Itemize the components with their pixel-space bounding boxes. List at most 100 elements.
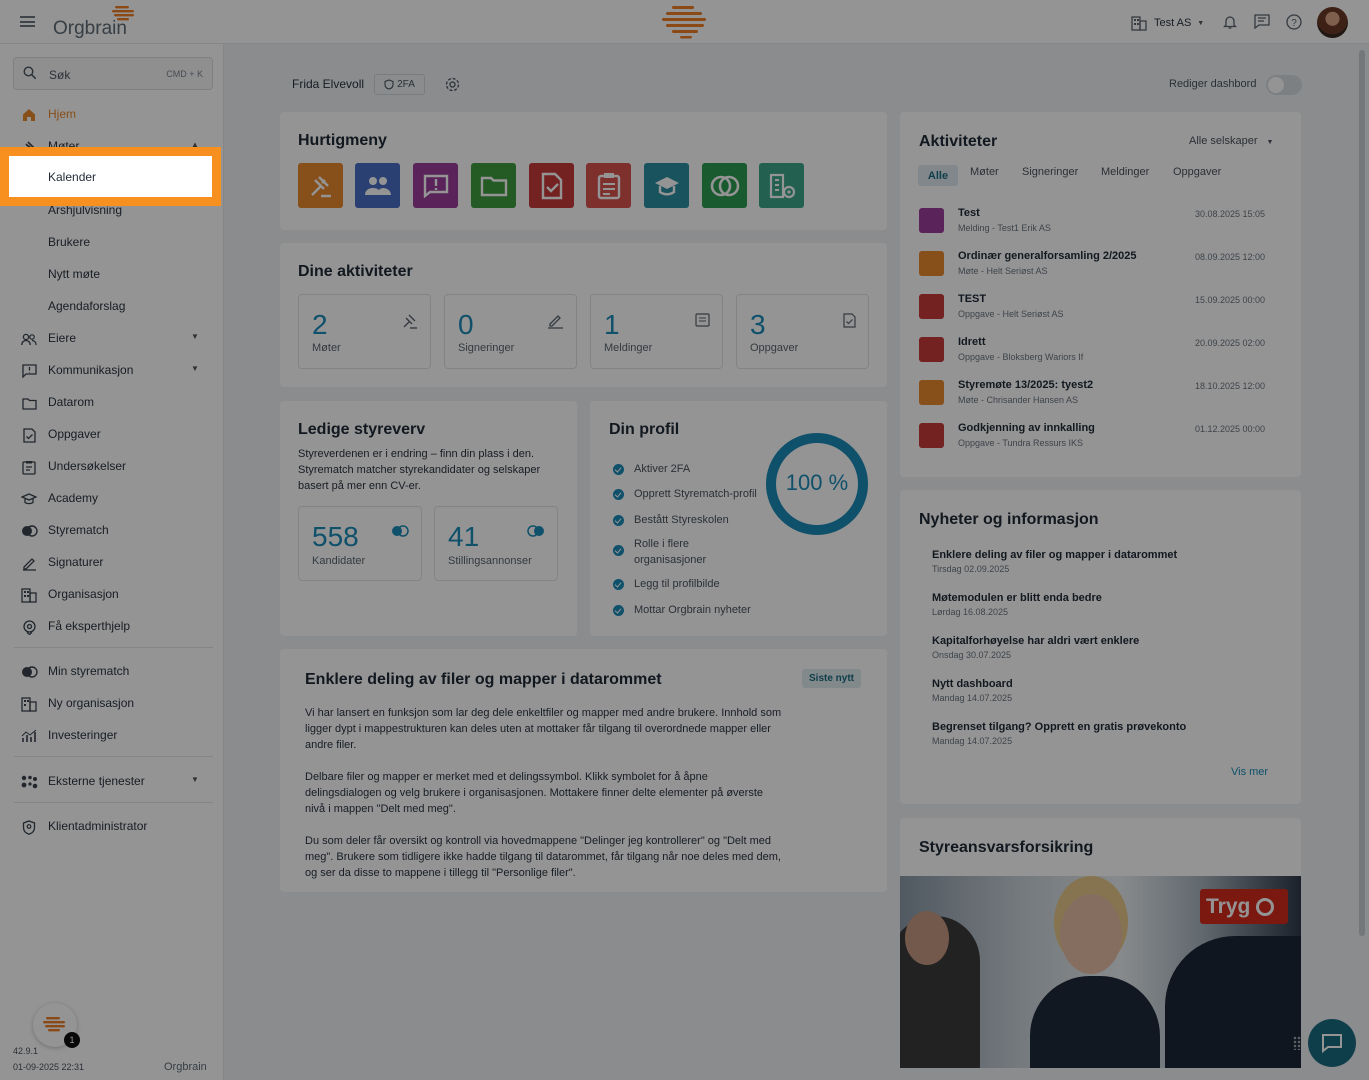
gear-icon[interactable]: [444, 76, 461, 93]
activity-title: Styremøte 13/2025: tyest2: [958, 379, 1094, 391]
quick-surveys-button[interactable]: [586, 163, 631, 208]
menu-icon[interactable]: [20, 16, 35, 27]
activity-title: TEST: [958, 293, 987, 305]
check-icon: [613, 464, 624, 475]
stat-candidates[interactable]: 558 Kandidater: [298, 506, 422, 581]
activity-item[interactable]: Godkjenning av innkalling Oppgave - Tundr…: [919, 422, 1279, 463]
sidebar-item-communication[interactable]: Kommunikasjon ▼: [0, 354, 224, 386]
stat-job-listings[interactable]: 41 Stillingsannonser: [434, 506, 558, 581]
sidebar-item-investments[interactable]: Investeringer: [0, 719, 224, 751]
activity-item[interactable]: Idrett Oppgave - Bloksberg Wariors If 20.0…: [919, 336, 1279, 377]
tab-all[interactable]: Alle: [918, 165, 958, 186]
brand-logo-icon: [112, 6, 134, 21]
stat-tasks[interactable]: 3 Oppgaver: [736, 294, 869, 369]
edit-dashboard-label: Rediger dashbord: [1169, 78, 1257, 90]
chat-support-button[interactable]: [1308, 1019, 1356, 1067]
sidebar-item-owners[interactable]: Eiere ▼: [0, 322, 224, 354]
sidebar-item-academy[interactable]: Academy: [0, 482, 224, 514]
news-item-date: Mandag 14.07.2025: [932, 693, 1013, 703]
match-icon: [710, 175, 739, 196]
sidebar-item-external-services[interactable]: Eksterne tjenester ▼: [0, 765, 224, 797]
sidebar-item-client-admin[interactable]: Klientadministrator: [0, 810, 224, 842]
news-item[interactable]: Enklere deling av filer og mapper i data…: [932, 549, 1272, 574]
sidebar-item-new-organization[interactable]: Ny organisasjon: [0, 687, 224, 719]
sidebar-item-signatures[interactable]: Signaturer: [0, 546, 224, 578]
folder-icon: [480, 176, 507, 196]
check-icon: [613, 605, 624, 616]
show-more-link[interactable]: Vis mer: [1231, 766, 1268, 778]
company-filter[interactable]: Alle selskaper ▼: [1189, 135, 1273, 147]
profile-title: Din profil: [609, 421, 680, 438]
activity-subtitle: Oppgave - Tundra Ressurs IKS: [958, 438, 1084, 448]
scrollbar[interactable]: [1359, 50, 1365, 936]
news-item[interactable]: Møtemodulen er blitt enda bedre Lørdag 16…: [932, 592, 1272, 617]
news-item[interactable]: Begrenset tilgang? Opprett en gratis prø…: [932, 721, 1272, 746]
search-input[interactable]: Søk CMD + K: [13, 57, 213, 90]
drag-handle-icon[interactable]: [1293, 1036, 1301, 1050]
survey-icon: [597, 172, 620, 199]
signature-icon: [20, 554, 38, 572]
activity-subtitle: Møte - Helt Seriøst AS: [958, 266, 1048, 276]
avatar[interactable]: [1317, 7, 1348, 38]
sidebar-item-label: Brukere: [48, 235, 91, 249]
activity-item[interactable]: Test Melding - Test1 Erik AS 30.08.2025 15…: [919, 207, 1279, 248]
edit-dashboard-toggle[interactable]: [1266, 75, 1302, 95]
assistant-button[interactable]: 1: [33, 1003, 80, 1048]
sidebar-item-new-meeting[interactable]: Nytt møte: [0, 258, 224, 290]
chevron-down-icon: ▼: [191, 775, 199, 784]
divider: [14, 756, 213, 757]
activity-type-icon: [919, 423, 944, 448]
stat-signatures[interactable]: 0 Signeringer: [444, 294, 577, 369]
divider: [14, 802, 213, 803]
news-item[interactable]: Kapitalforhøyelse har aldri vært enklere…: [932, 635, 1272, 660]
quick-dataroom-button[interactable]: [471, 163, 516, 208]
folder-icon: [20, 394, 38, 412]
news-item[interactable]: Nytt dashboard Mandag 14.07.2025: [932, 678, 1272, 703]
quick-academy-button[interactable]: [644, 163, 689, 208]
quick-users-button[interactable]: [355, 163, 400, 208]
sidebar-item-agenda-proposals[interactable]: Agendaforslag: [0, 290, 224, 322]
sidebar-item-tasks[interactable]: Oppgaver: [0, 418, 224, 450]
sidebar-item-organization[interactable]: Organisasjon: [0, 578, 224, 610]
sidebar-item-surveys[interactable]: Undersøkelser: [0, 450, 224, 482]
sidebar-item-styrematch[interactable]: Styrematch: [0, 514, 224, 546]
activity-type-icon: [919, 294, 944, 319]
activity-item[interactable]: Ordinær generalforsamling 2/2025 Møte - H…: [919, 250, 1279, 291]
activity-title: Test: [958, 207, 980, 219]
sidebar-item-label: Eksterne tjenester: [48, 774, 145, 788]
stat-messages[interactable]: 1 Meldinger: [590, 294, 723, 369]
activity-item[interactable]: TEST Oppgave - Helt Seriøst AS 15.09.2025 …: [919, 293, 1279, 334]
tab-messages[interactable]: Meldinger: [1101, 166, 1149, 178]
sidebar-item-label: Nytt møte: [48, 267, 101, 281]
sidebar-item-my-styrematch[interactable]: Min styrematch: [0, 655, 224, 687]
twofa-badge: 2FA: [374, 74, 425, 95]
stat-meetings[interactable]: 2 Møter: [298, 294, 431, 369]
tab-signatures[interactable]: Signeringer: [1022, 166, 1078, 178]
stat-value: 1: [604, 309, 620, 340]
chevron-down-icon: ▼: [191, 364, 199, 373]
tab-meetings[interactable]: Møter: [970, 166, 999, 178]
sidebar-item-expert-help[interactable]: Få eksperthjelp: [0, 610, 224, 642]
news-item-title: Enklere deling av filer og mapper i data…: [932, 549, 1178, 561]
help-icon[interactable]: ?: [1286, 14, 1302, 30]
signature-icon: [548, 315, 563, 329]
sidebar-item-home[interactable]: Hjem: [0, 98, 224, 130]
quick-styrematch-button[interactable]: [702, 163, 747, 208]
quick-meetings-button[interactable]: [298, 163, 343, 208]
bell-icon[interactable]: [1223, 14, 1237, 30]
activity-item[interactable]: Styremøte 13/2025: tyest2 Møte - Chrisand…: [919, 379, 1279, 420]
check-icon: [613, 545, 624, 556]
sidebar-item-dataroom[interactable]: Datarom: [0, 386, 224, 418]
article-paragraph: Du som deler får oversikt og kontroll vi…: [305, 835, 781, 879]
chat-icon[interactable]: [1254, 14, 1270, 29]
task-icon: [541, 172, 562, 199]
sidebar-item-calendar[interactable]: Kalender: [0, 147, 221, 206]
quick-organization-button[interactable]: [759, 163, 804, 208]
quick-messages-button[interactable]: [413, 163, 458, 208]
quick-tasks-button[interactable]: [529, 163, 574, 208]
task-icon: [20, 426, 38, 444]
tab-tasks[interactable]: Oppgaver: [1173, 166, 1221, 178]
sidebar-item-users[interactable]: Brukere: [0, 226, 224, 258]
company-selector[interactable]: Test AS ▼: [1131, 14, 1204, 32]
chat-icon: [1322, 1034, 1342, 1054]
